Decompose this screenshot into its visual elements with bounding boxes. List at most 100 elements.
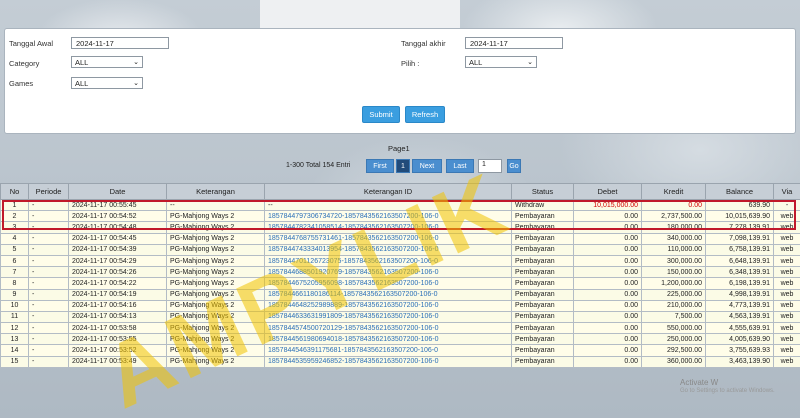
cell-keterangan-id[interactable]: 1857844701126723075-1857843562163507200-… xyxy=(264,254,512,268)
refresh-button[interactable]: Refresh xyxy=(405,106,445,123)
tanggal-akhir-label: Tanggal akhir xyxy=(401,39,446,48)
table-row[interactable]: 11-2024-11-17 00:54:13 PG-Mahjong Ways 21… xyxy=(0,310,800,324)
cell-status: Pembayaran xyxy=(511,310,574,324)
header-debet[interactable]: Debet xyxy=(573,183,642,200)
cell-no: 8 xyxy=(0,277,29,290)
cell-balance: 7,098,139.91 xyxy=(705,232,774,245)
cell-periode: - xyxy=(28,333,69,346)
cell-keterangan-id[interactable]: 1857844648252989889-1857843562163507200-… xyxy=(264,299,512,312)
cell-date: 2024-11-17 00:54:45 xyxy=(68,232,167,245)
table-row[interactable]: 5-2024-11-17 00:54:39 PG-Mahjong Ways 2 18… xyxy=(0,243,800,256)
cell-keterangan-id[interactable]: 1857844782341058514-1857843562163507200-… xyxy=(264,221,512,234)
header-kredit[interactable]: Kredit xyxy=(641,183,706,200)
chevron-down-icon: ⌄ xyxy=(133,59,139,66)
go-button[interactable]: Go xyxy=(507,159,521,173)
cell-keterangan: PG-Mahjong Ways 2 xyxy=(166,254,265,268)
games-select-value: ALL xyxy=(75,79,89,88)
cell-keterangan-id[interactable]: 1857844561980694018-1857843562163507200-… xyxy=(264,333,512,346)
table-row[interactable]: 8-2024-11-17 00:54:22 PG-Mahjong Ways 2 18… xyxy=(0,277,800,290)
cell-periode: - xyxy=(28,322,69,335)
submit-button[interactable]: Submit xyxy=(362,106,400,123)
cell-periode: - xyxy=(28,310,69,324)
page-number-input[interactable]: 1 xyxy=(478,159,502,173)
table-row[interactable]: 7-2024-11-17 00:54:26 PG-Mahjong Ways 2 18… xyxy=(0,266,800,279)
cell-status: Pembayaran xyxy=(511,288,574,301)
cell-debet: 0.00 xyxy=(573,333,642,346)
table-row[interactable]: 1-2024-11-17 00:55:45 -- -- Withdraw 10,015,… xyxy=(0,198,800,212)
cell-keterangan-id[interactable]: 1857844675205956098-1857843562163507200-… xyxy=(264,277,512,290)
cell-keterangan-id[interactable]: -- xyxy=(264,198,512,212)
table-row[interactable]: 10-2024-11-17 00:54:16 PG-Mahjong Ways 21… xyxy=(0,299,800,312)
header-status[interactable]: Status xyxy=(511,183,574,200)
cell-date: 2024-11-17 00:53:58 xyxy=(68,322,167,335)
cell-debet: 0.00 xyxy=(573,210,642,223)
cell-status: Pembayaran xyxy=(511,266,574,279)
table-row[interactable]: 3-2024-11-17 00:54:48 PG-Mahjong Ways 2 18… xyxy=(0,221,800,234)
cell-keterangan: PG-Mahjong Ways 2 xyxy=(166,310,265,324)
cell-keterangan: PG-Mahjong Ways 2 xyxy=(166,232,265,245)
header-keterangan[interactable]: Keterangan xyxy=(166,183,265,200)
cell-keterangan: -- xyxy=(166,198,265,212)
cell-keterangan: PG-Mahjong Ways 2 xyxy=(166,288,265,301)
entries-info: 1-300 Total 154 Entri xyxy=(286,162,351,169)
table-row[interactable]: 14-2024-11-17 00:53:52 PG-Mahjong Ways 21… xyxy=(0,344,800,357)
cell-no: 13 xyxy=(0,333,29,346)
table-row[interactable]: 13-2024-11-17 00:53:55 PG-Mahjong Ways 21… xyxy=(0,333,800,346)
last-page-button[interactable]: Last xyxy=(446,159,474,173)
games-select[interactable]: ALL ⌄ xyxy=(71,77,143,89)
cell-keterangan-id[interactable]: 1857844574500720129-1857843562163507200-… xyxy=(264,322,512,335)
cell-kredit: 180,000.00 xyxy=(641,221,706,234)
cell-status: Pembayaran xyxy=(511,254,574,268)
cell-date: 2024-11-17 00:53:55 xyxy=(68,333,167,346)
cell-periode: - xyxy=(28,344,69,357)
cell-keterangan-id[interactable]: 1857844546391175681-1857843562163507200-… xyxy=(264,344,512,357)
cell-keterangan-id[interactable]: 1857844797306734720-1857843562163507200-… xyxy=(264,210,512,223)
cell-kredit: 550,000.00 xyxy=(641,322,706,335)
transaction-table: No Periode Date Keterangan Keterangan ID… xyxy=(0,183,800,368)
pilih-select[interactable]: ALL ⌄ xyxy=(465,56,537,68)
first-page-button[interactable]: First xyxy=(366,159,394,173)
cell-no: 5 xyxy=(0,243,29,256)
header-no[interactable]: No xyxy=(0,183,29,200)
cell-debet: 0.00 xyxy=(573,355,642,368)
cell-no: 4 xyxy=(0,232,29,245)
header-balance[interactable]: Balance xyxy=(705,183,774,200)
table-row[interactable]: 15-2024-11-17 00:53:49 PG-Mahjong Ways 21… xyxy=(0,355,800,368)
table-row[interactable]: 4-2024-11-17 00:54:45 PG-Mahjong Ways 2 18… xyxy=(0,232,800,245)
cell-date: 2024-11-17 00:54:22 xyxy=(68,277,167,290)
cell-keterangan-id[interactable]: 1857844688501920769-1857843562163507200-… xyxy=(264,266,512,279)
next-page-button[interactable]: Next xyxy=(412,159,442,173)
cell-via: web xyxy=(773,299,800,312)
header-periode[interactable]: Periode xyxy=(28,183,69,200)
cell-no: 15 xyxy=(0,355,29,368)
header-date[interactable]: Date xyxy=(68,183,167,200)
cell-date: 2024-11-17 00:53:49 xyxy=(68,355,167,368)
table-row[interactable]: 9-2024-11-17 00:54:19 PG-Mahjong Ways 2 18… xyxy=(0,288,800,301)
cell-keterangan-id[interactable]: 1857844768755731461-1857843562163507200-… xyxy=(264,232,512,245)
cell-periode: - xyxy=(28,299,69,312)
cell-via: web xyxy=(773,210,800,223)
cell-periode: - xyxy=(28,277,69,290)
current-page-button[interactable]: 1 xyxy=(396,159,410,173)
cell-keterangan: PG-Mahjong Ways 2 xyxy=(166,277,265,290)
cell-via: web xyxy=(773,221,800,234)
tanggal-akhir-input[interactable]: 2024-11-17 xyxy=(465,37,563,49)
cell-keterangan-id[interactable]: 1857844661180186114-1857843562163507200-… xyxy=(264,288,512,301)
table-row[interactable]: 2-2024-11-17 00:54:52 PG-Mahjong Ways 2 18… xyxy=(0,210,800,223)
cell-no: 12 xyxy=(0,322,29,335)
table-row[interactable]: 12-2024-11-17 00:53:58 PG-Mahjong Ways 21… xyxy=(0,322,800,335)
header-keterangan-id[interactable]: Keterangan ID xyxy=(264,183,512,200)
header-via[interactable]: Via xyxy=(773,183,800,200)
cell-keterangan-id[interactable]: 1857844743334013954-1857843562163507200-… xyxy=(264,243,512,256)
cell-keterangan: PG-Mahjong Ways 2 xyxy=(166,266,265,279)
table-row[interactable]: 6-2024-11-17 00:54:29 PG-Mahjong Ways 2 18… xyxy=(0,254,800,268)
tanggal-awal-input[interactable]: 2024-11-17 xyxy=(71,37,169,49)
category-select[interactable]: ALL ⌄ xyxy=(71,56,143,68)
pilih-label: Pilih : xyxy=(401,59,419,68)
cell-kredit: 300,000.00 xyxy=(641,254,706,268)
cell-no: 9 xyxy=(0,288,29,301)
cell-kredit: 150,000.00 xyxy=(641,266,706,279)
cell-via: web xyxy=(773,322,800,335)
cell-keterangan-id[interactable]: 1857844535959246852-1857843562163507200-… xyxy=(264,355,512,368)
cell-keterangan-id[interactable]: 1857844633631991809-1857843562163507200-… xyxy=(264,310,512,324)
